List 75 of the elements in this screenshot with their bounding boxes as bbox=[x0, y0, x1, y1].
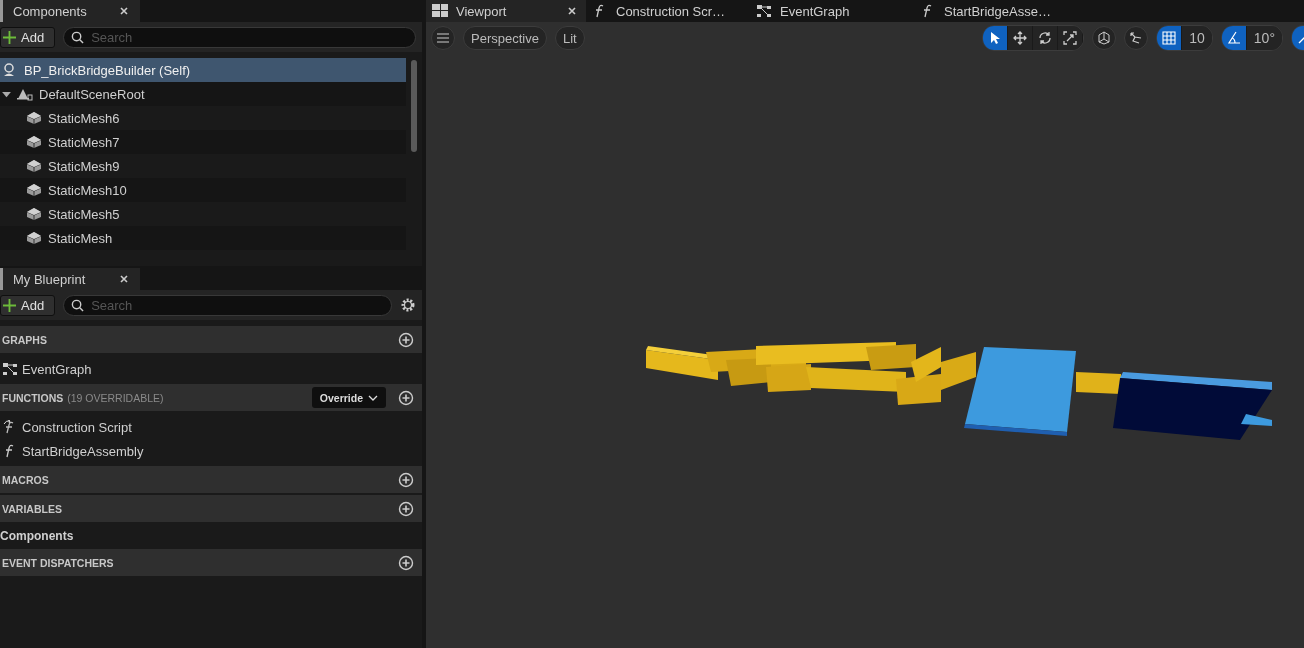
viewport-icon bbox=[432, 4, 448, 18]
graph-icon bbox=[2, 362, 18, 376]
scene-root-icon bbox=[17, 87, 33, 101]
my-blueprint-tab[interactable]: My Blueprint bbox=[0, 268, 140, 290]
list-item[interactable]: StartBridgeAssembly bbox=[0, 439, 422, 463]
search-icon bbox=[71, 30, 85, 44]
section-title: GRAPHS bbox=[2, 333, 47, 346]
section-title: EVENT DISPATCHERS bbox=[2, 556, 114, 569]
list-item[interactable]: EventGraph bbox=[0, 357, 422, 381]
add-button[interactable]: Add bbox=[0, 294, 56, 316]
editor-tab[interactable]: Construction Scr… bbox=[586, 0, 750, 22]
world-space-button[interactable] bbox=[1092, 26, 1117, 50]
components-tab[interactable]: Components bbox=[0, 0, 140, 22]
tree-item[interactable]: StaticMesh10 bbox=[0, 178, 406, 202]
graph-icon bbox=[756, 4, 772, 18]
editor-tab[interactable]: StartBridgeAsse… bbox=[914, 0, 1078, 22]
tree-item[interactable]: StaticMesh bbox=[0, 226, 406, 250]
add-icon[interactable] bbox=[398, 471, 414, 488]
close-icon[interactable] bbox=[120, 7, 128, 15]
search-field[interactable]: Search bbox=[63, 26, 416, 48]
lighting-mode-button[interactable]: Lit bbox=[554, 26, 585, 50]
settings-icon[interactable] bbox=[400, 297, 416, 313]
override-dropdown[interactable]: Override bbox=[311, 387, 386, 408]
grid-snap-toggle[interactable] bbox=[1157, 26, 1183, 50]
plus-icon bbox=[3, 30, 16, 44]
expand-arrow-icon[interactable] bbox=[2, 90, 11, 98]
section-note: (19 OVERRIDABLE) bbox=[67, 391, 164, 404]
add-icon[interactable] bbox=[398, 331, 414, 348]
close-icon[interactable] bbox=[120, 275, 128, 283]
add-icon[interactable] bbox=[398, 389, 414, 406]
section-title: VARIABLES bbox=[2, 502, 62, 515]
editor-tab[interactable]: EventGraph bbox=[750, 0, 914, 22]
tree-item[interactable]: BP_BrickBridgeBuilder (Self) bbox=[0, 58, 406, 82]
cube-icon bbox=[26, 207, 42, 221]
section-header[interactable]: VARIABLES bbox=[0, 495, 422, 522]
cube-icon bbox=[26, 135, 42, 149]
plus-icon bbox=[3, 298, 16, 312]
category-label[interactable]: Components bbox=[0, 526, 422, 546]
scale-icon bbox=[1063, 31, 1078, 45]
section-header[interactable]: MACROS bbox=[0, 466, 422, 493]
section-title: MACROS bbox=[2, 473, 49, 486]
close-icon[interactable] bbox=[568, 7, 576, 15]
surface-snap-button[interactable] bbox=[1124, 26, 1149, 50]
tab-label: My Blueprint bbox=[13, 271, 86, 287]
caret-icon bbox=[368, 394, 378, 401]
cube-icon bbox=[26, 231, 42, 245]
list-item[interactable]: Construction Script bbox=[0, 415, 422, 439]
snap-icon bbox=[1129, 31, 1144, 45]
add-button[interactable]: Add bbox=[0, 26, 56, 48]
scrollbar-thumb[interactable] bbox=[411, 60, 417, 152]
search-icon bbox=[71, 298, 85, 312]
rotate-icon bbox=[1038, 31, 1053, 45]
angle-icon bbox=[1226, 31, 1241, 45]
view-mode-button[interactable]: Perspective bbox=[463, 26, 547, 50]
section-title: FUNCTIONS bbox=[2, 391, 64, 404]
cube-icon bbox=[26, 111, 42, 125]
tree-item[interactable]: DefaultSceneRoot bbox=[0, 82, 406, 106]
angle-snap-toggle[interactable] bbox=[1221, 26, 1247, 50]
editor-tab[interactable]: Viewport bbox=[426, 0, 586, 22]
section-header[interactable]: GRAPHS bbox=[0, 326, 422, 353]
add-icon[interactable] bbox=[398, 500, 414, 517]
menu-icon bbox=[437, 33, 449, 43]
tree-item[interactable]: StaticMesh7 bbox=[0, 130, 406, 154]
cube-icon bbox=[26, 183, 42, 197]
section-header[interactable]: FUNCTIONS (19 OVERRIDABLE) Override bbox=[0, 384, 422, 411]
grid-icon bbox=[1162, 31, 1177, 45]
transform-tool-button[interactable] bbox=[983, 26, 1009, 50]
cube-icon bbox=[26, 159, 42, 173]
section-header[interactable]: EVENT DISPATCHERS bbox=[0, 549, 422, 576]
tab-label: Components bbox=[13, 3, 87, 19]
add-icon[interactable] bbox=[398, 554, 414, 571]
move-icon bbox=[1013, 31, 1028, 45]
globe-axes-icon bbox=[1097, 31, 1112, 45]
menu-button[interactable] bbox=[431, 26, 455, 50]
search-field[interactable]: Search bbox=[63, 294, 392, 316]
